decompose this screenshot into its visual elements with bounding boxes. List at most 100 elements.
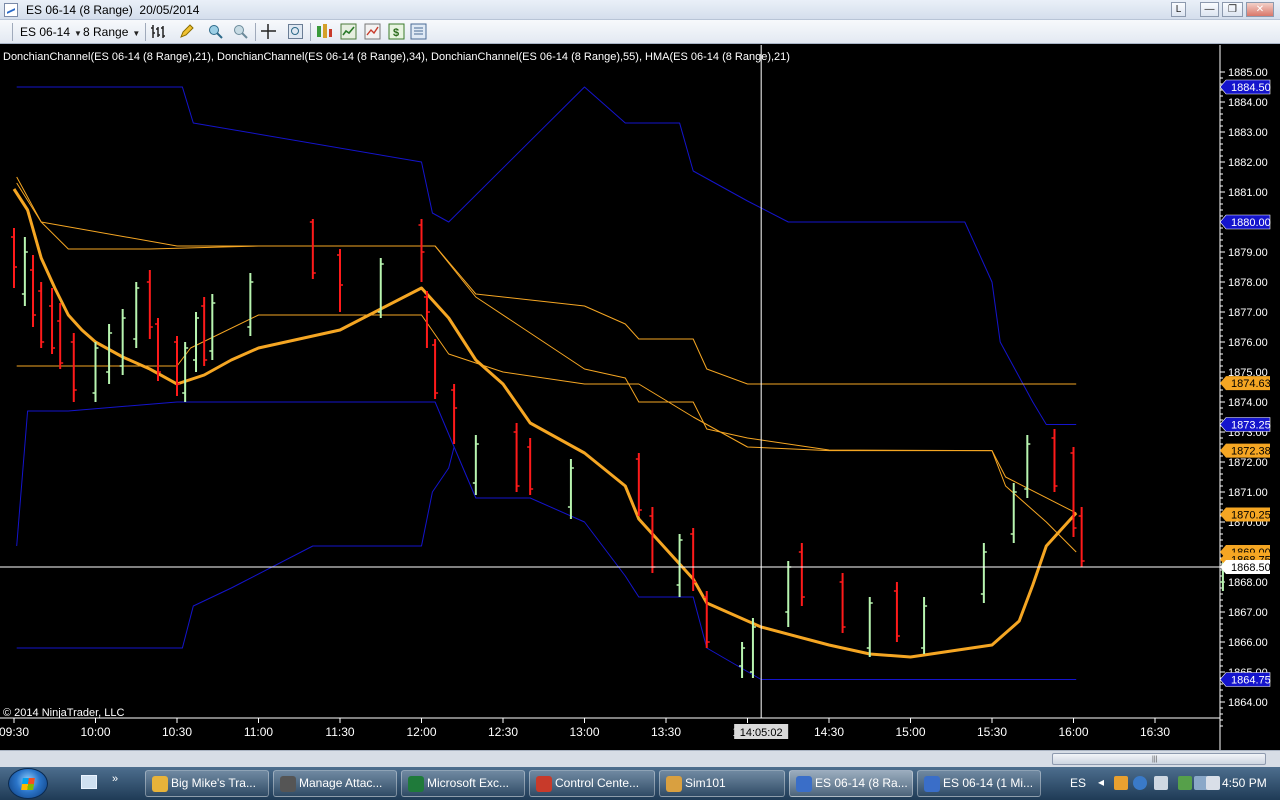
strategies-icon[interactable] [340,23,357,40]
taskbar-item-label: Manage Attac... [299,776,383,790]
donchian-middle-line [16,176,1077,514]
data-box-icon[interactable] [287,23,304,40]
language-indicator[interactable]: ES [1070,776,1086,790]
ohlc-bar [527,438,534,495]
taskbar-item-label: Sim101 [685,776,726,790]
price-marker-label: 1884.50 [1231,82,1271,94]
price-tick-label: 1881.00 [1228,187,1268,199]
taskbar-clock[interactable]: 4:50 PM [1222,776,1267,790]
ohlc-bar [418,219,425,282]
minimize-button[interactable]: — [1200,2,1219,17]
draw-pencil-icon[interactable] [178,23,195,40]
taskbar-item-label: Microsoft Exc... [427,776,510,790]
tray-expand-icon[interactable]: ◂ [1098,775,1104,789]
ohlc-bar [133,282,140,348]
close-button[interactable]: ✕ [1246,2,1274,17]
time-tick-label: 09:30 [0,725,29,739]
tray-app-icon[interactable] [1114,776,1128,790]
price-marker: 1880.00 [1219,214,1271,230]
price-tick-label: 1864.00 [1228,697,1268,709]
windows-taskbar: » Big Mike's Tra... Manage Attac... Micros… [0,767,1280,800]
ohlc-bar [193,312,200,372]
donchian-lower-line [16,401,1077,680]
price-marker-label: 1864.75 [1231,675,1271,687]
bluetooth-icon[interactable] [1133,776,1147,790]
ohlc-bar [337,249,343,312]
link-button[interactable]: L [1171,2,1186,17]
price-bars [11,219,1226,678]
price-tick-label: 1879.00 [1228,247,1268,259]
toolbar-separator [255,23,256,41]
taskbar-item-label: ES 06-14 (8 Ra... [815,776,908,790]
time-tick-label: 12:00 [406,725,436,739]
price-tick-label: 1871.00 [1228,487,1268,499]
taskbar-app-icon [408,776,424,792]
taskbar-item[interactable]: ES 06-14 (1 Mi... [917,770,1041,797]
indicators-icon[interactable] [316,23,333,40]
time-tick-label: 15:30 [977,725,1007,739]
taskbar-item[interactable]: Sim101 [659,770,785,797]
volume-icon[interactable] [1206,776,1220,790]
zoom-out-icon[interactable] [232,23,249,40]
copyright-text: © 2014 NinjaTrader, LLC [3,707,125,719]
price-marker-label: 1868.50 [1231,562,1271,574]
ohlc-bar [119,309,126,375]
indicator-legend: DonchianChannel(ES 06-14 (8 Range),21), … [3,51,790,63]
ohlc-bar [182,342,189,402]
taskbar-item[interactable]: ES 06-14 (8 Ra... [789,770,913,797]
chart-horizontal-scrollbar[interactable]: ||| [0,750,1280,767]
donchian-upper-line [16,86,1077,425]
price-markers: 1884.50 1880.00 1874.63 1873.25 1872.38 1870.… [1219,79,1271,687]
price-marker: 1884.50 [1219,79,1271,95]
price-axis: 1885.00 1884.00 1883.00 1882.00 1881.00 1880.… [1219,45,1268,750]
taskbar-item[interactable]: Manage Attac... [273,770,397,797]
taskbar-item[interactable]: Big Mike's Tra... [145,770,269,797]
chart-app-icon [4,3,18,17]
toolbar-separator [145,23,146,41]
price-tick-label: 1868.00 [1228,577,1268,589]
chart-toolbar: ES 06-14 ▼ 8 Range ▼ $ [0,20,1280,44]
bar-style-icon[interactable] [150,23,167,40]
update-icon[interactable] [1178,776,1192,790]
ohlc-bar [980,543,987,603]
ohlc-bar [57,303,64,369]
crosshair-icon[interactable] [260,23,277,40]
chart-properties-icon[interactable] [364,23,381,40]
svg-text:$: $ [393,27,399,39]
bar-type-selector[interactable]: 8 Range ▼ [83,23,140,41]
chart-panel[interactable]: 1885.00 1884.00 1883.00 1882.00 1881.00 1880.… [0,45,1280,750]
ohlc-bar [1070,447,1077,537]
zoom-in-icon[interactable] [207,23,224,40]
indicator-lines [12,86,1078,680]
price-marker: 1864.75 [1219,672,1271,687]
time-tick-label: 13:00 [569,725,599,739]
price-marker-label: 1873.25 [1231,420,1271,432]
instrument-label: ES 06-14 [20,25,71,39]
ohlc-bar [785,561,792,627]
ohlc-bar [1024,435,1031,498]
ohlc-bar [472,435,479,495]
ohlc-bar [513,423,520,492]
instrument-selector[interactable]: ES 06-14 ▼ [20,23,82,41]
crosshair: 14:05:02 [0,45,1220,739]
printer-icon[interactable] [1154,776,1168,790]
price-marker: 1873.25 [1219,417,1271,432]
dollar-icon[interactable]: $ [388,23,405,40]
show-desktop-icon[interactable] [81,775,97,789]
taskbar-item[interactable]: Microsoft Exc... [401,770,525,797]
price-marker: 1868.50 [1220,560,1271,574]
taskbar-app-icon [536,776,552,792]
ohlc-bar [247,273,254,336]
taskbar-item[interactable]: Control Cente... [529,770,655,797]
scrollbar-thumb[interactable] [1052,753,1266,765]
quick-launch-overflow-icon[interactable]: » [112,773,118,785]
properties-icon[interactable] [410,23,427,40]
price-tick-label: 1877.00 [1228,307,1268,319]
toolbar-separator [310,23,311,41]
price-chart[interactable]: 1885.00 1884.00 1883.00 1882.00 1881.00 1880.… [0,45,1280,750]
ohlc-bar [432,339,439,399]
ohlc-bar [798,543,805,606]
ohlc-bar [209,294,216,360]
start-button[interactable] [8,768,48,799]
restore-button[interactable]: ❐ [1222,2,1243,17]
